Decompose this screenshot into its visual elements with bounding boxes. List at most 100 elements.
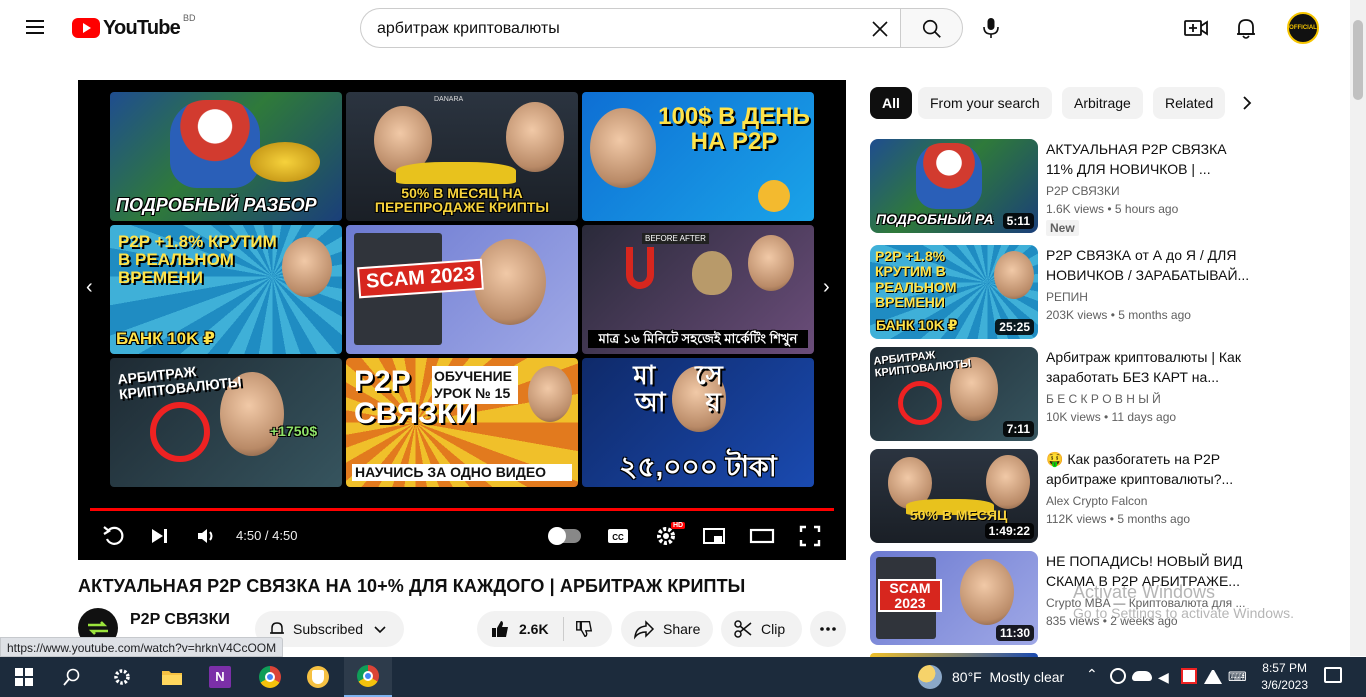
chip-related[interactable]: Related	[1153, 87, 1225, 119]
endscreen-video-4[interactable]: P2P +1.8% КРУТИМ В РЕАЛЬНОМ ВРЕМЕНИ БАНК…	[110, 225, 342, 354]
search-input[interactable]	[377, 18, 857, 40]
page-scrollbar[interactable]	[1350, 0, 1366, 656]
autoplay-toggle[interactable]	[548, 527, 581, 545]
endscreen-caption: БАНК 10K ₽	[116, 329, 215, 349]
menu-icon[interactable]	[22, 16, 50, 40]
search-icon	[922, 19, 941, 38]
bell-icon	[270, 622, 284, 634]
endscreen-headline: 100$ В ДЕНЬ НА P2P	[658, 103, 810, 156]
endscreen-video-3[interactable]: 100$ В ДЕНЬ НА P2P	[582, 92, 814, 221]
thumbnail-caption: ПОДРОБНЫЙ РАЗ	[876, 212, 994, 227]
captions-icon[interactable]: CC	[604, 522, 632, 550]
chevron-right-icon[interactable]	[1237, 93, 1257, 113]
tray-onedrive-icon[interactable]	[1132, 671, 1152, 681]
cartoon-duck-image	[170, 100, 260, 188]
progress-bar[interactable]	[90, 508, 834, 511]
like-dislike-group: 2.6K	[477, 611, 612, 647]
tray-language-icon[interactable]: ⌨	[1228, 669, 1247, 685]
endscreen-headline: মাসে আয়	[633, 360, 763, 418]
side-label: ОБУЧЕНИЕ УРОК № 15	[432, 366, 518, 404]
new-badge: New	[1046, 220, 1079, 236]
share-label: Share	[663, 621, 701, 637]
endscreen-prev-icon[interactable]: ‹	[86, 276, 106, 298]
chip-arbitrage[interactable]: Arbitrage	[1062, 87, 1143, 119]
channel-name[interactable]: P2P СВЯЗКИ	[130, 611, 230, 629]
like-button[interactable]: 2.6K	[477, 611, 549, 647]
video-title: Арбитраж криптовалюты | Как заработать Б…	[1046, 349, 1241, 385]
tray-speaker-icon[interactable]: ◀	[1158, 669, 1169, 686]
taskbar-settings[interactable]	[98, 657, 146, 697]
endscreen-headline: АРБИТРАЖ КРИПТОВАЛЮТЫ	[116, 363, 243, 402]
endscreen-next-icon[interactable]: ›	[823, 276, 843, 298]
person-image	[528, 366, 572, 422]
recommendation-item[interactable]: 50% В МЕСЯЦ 1:49:22 🤑 Как разбогатеть на…	[870, 449, 1260, 545]
voice-search-button[interactable]	[974, 11, 1008, 45]
theater-mode-icon[interactable]	[748, 522, 776, 550]
endscreen-caption: মাত্র ১৬ মিনিটে সহজেই মার্কেটিং শিখুন	[588, 330, 808, 348]
taskbar-search-button[interactable]	[48, 657, 96, 697]
endscreen-video-2[interactable]: DANARA 50% В МЕСЯЦ НА ПЕРЕПРОДАЖЕ КРИПТЫ	[346, 92, 578, 221]
dislike-button[interactable]	[564, 611, 594, 647]
miniplayer-icon[interactable]	[700, 522, 728, 550]
channel-name[interactable]: Alex Crypto Falcon	[1046, 494, 1147, 508]
scrollbar-thumb[interactable]	[1353, 20, 1363, 100]
taskbar-clock[interactable]: 8:57 PM 3/6/2023	[1261, 660, 1308, 694]
endscreen-video-8[interactable]: P2P СВЯЗКИ ОБУЧЕНИЕ УРОК № 15 НАУЧИСЬ ЗА…	[346, 358, 578, 487]
weather-widget[interactable]: 80°F Mostly clear	[918, 665, 1064, 689]
chip-all[interactable]: All	[870, 87, 912, 119]
clip-button[interactable]: Clip	[721, 611, 802, 647]
thumbnail-headline: P2P +1.8% КРУТИМ В РЕАЛЬНОМ ВРЕМЕНИ	[875, 248, 957, 311]
video-player[interactable]: ПОДРОБНЫЙ РАЗБОР DANARA 50% В МЕСЯЦ НА П…	[78, 80, 846, 560]
person-image	[748, 235, 794, 291]
gold-coins-image	[250, 142, 320, 182]
next-video-icon[interactable]	[146, 522, 174, 550]
video-duration: 5:11	[1002, 213, 1034, 229]
taskbar-onenote[interactable]: N	[196, 657, 244, 697]
taskbar-chrome-active[interactable]	[344, 657, 392, 697]
endscreen-video-6[interactable]: BEFORE AFTER মাত্র ১৬ মিনিটে সহজেই মার্ক…	[582, 225, 814, 354]
search-button[interactable]	[900, 8, 963, 48]
notification-center-icon[interactable]	[1324, 667, 1342, 683]
binance-icon	[758, 180, 790, 212]
channel-name[interactable]: РЕПИН	[1046, 290, 1088, 304]
create-button[interactable]	[1182, 14, 1210, 42]
tray-warning-icon[interactable]	[1181, 668, 1197, 684]
brand-label: BEFORE AFTER	[642, 233, 709, 244]
tray-network-icon[interactable]	[1204, 668, 1222, 684]
youtube-logo[interactable]: YouTube BD	[72, 13, 196, 42]
endscreen-video-9[interactable]: মাসে আয় ২৫,০০০ টাকা	[582, 358, 814, 487]
taskbar-brave[interactable]	[294, 657, 342, 697]
browser-shield-icon	[307, 666, 329, 688]
fullscreen-icon[interactable]	[796, 522, 824, 550]
recommendation-item[interactable]: P2P +1.8% КРУТИМ В РЕАЛЬНОМ ВРЕМЕНИ БАНК 1…	[870, 245, 1260, 341]
taskbar-chrome[interactable]	[246, 657, 294, 697]
share-button[interactable]: Share	[621, 611, 713, 647]
tray-chevron-up-icon[interactable]: ⌃	[1086, 666, 1098, 683]
tray-meet-icon[interactable]	[1110, 668, 1126, 684]
endscreen-caption: +1750$	[270, 423, 318, 440]
endscreen-video-1[interactable]: ПОДРОБНЫЙ РАЗБОР	[110, 92, 342, 221]
recommendation-item[interactable]: АРБИТРАЖ КРИПТОВАЛЮТЫ 7:11 Арбитраж крип…	[870, 347, 1260, 443]
channel-name[interactable]: Б Е С К Р О В Н Ы Й	[1046, 392, 1161, 406]
video-duration: 25:25	[995, 319, 1034, 335]
time-display: 4:50 / 4:50	[236, 528, 298, 543]
volume-icon[interactable]	[192, 522, 220, 550]
chip-from-your-search[interactable]: From your search	[918, 87, 1052, 119]
video-duration: 1:49:22	[984, 523, 1034, 539]
windows-start-button[interactable]	[0, 657, 48, 697]
clear-search-icon[interactable]	[868, 17, 892, 41]
video-meta: 1.6K views • 5 hours ago	[1046, 202, 1179, 216]
yellow-car-image	[396, 162, 516, 184]
channel-name[interactable]: P2P СВЯЗКИ	[1046, 184, 1120, 198]
account-avatar[interactable]: OFFICIAL	[1287, 12, 1319, 44]
youtube-play-icon	[72, 18, 100, 38]
more-actions-button[interactable]	[810, 611, 846, 647]
notifications-button[interactable]	[1232, 14, 1260, 42]
video-duration: 11:30	[995, 625, 1034, 641]
replay-icon[interactable]	[100, 522, 128, 550]
thumbs-up-icon	[492, 621, 508, 637]
endscreen-video-7[interactable]: АРБИТРАЖ КРИПТОВАЛЮТЫ +1750$	[110, 358, 342, 487]
taskbar-file-explorer[interactable]	[148, 657, 196, 697]
recommendation-item[interactable]: ПОДРОБНЫЙ РАЗ 5:11 АКТУАЛЬНАЯ P2P СВЯЗКА…	[870, 139, 1260, 236]
endscreen-video-5[interactable]: SCAM 2023	[346, 225, 578, 354]
